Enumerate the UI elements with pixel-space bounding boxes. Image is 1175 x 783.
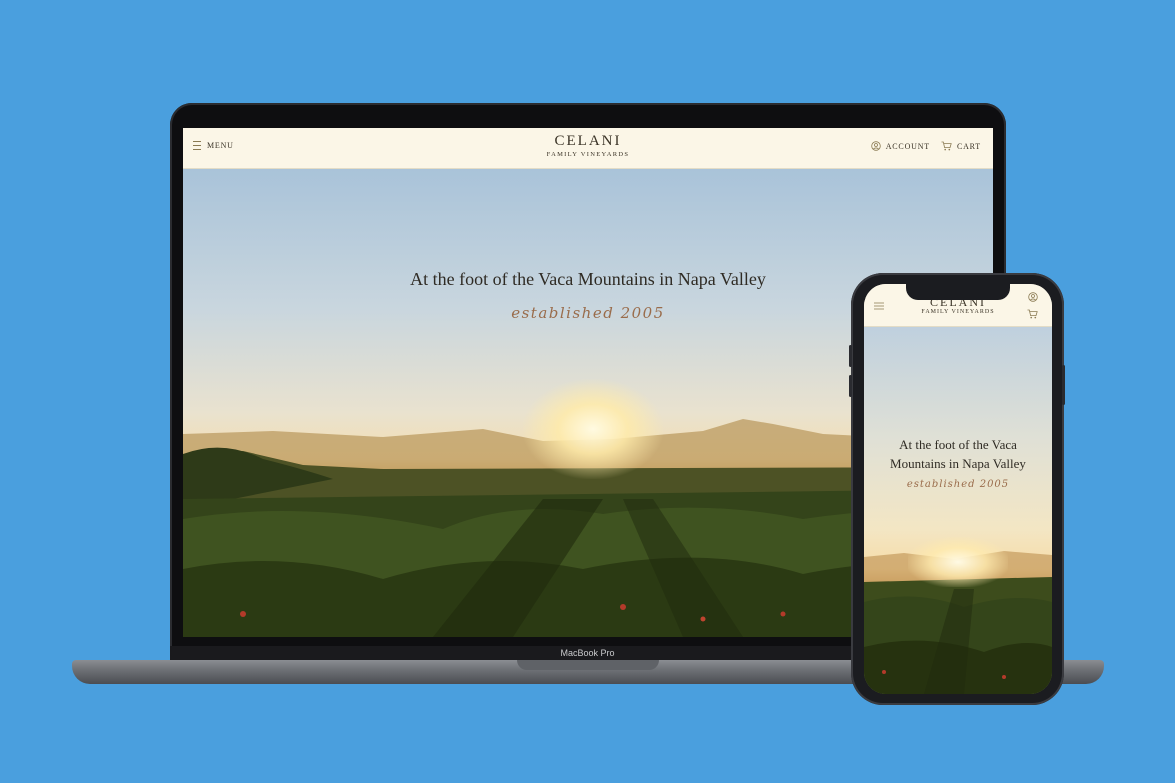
cart-label: CART <box>956 141 981 151</box>
phone-volume-button <box>849 375 852 397</box>
cart-button[interactable]: CART <box>941 141 981 151</box>
phone-notch <box>906 284 1010 300</box>
site-header: MENU CELANI FAMILY VINEYARDS ACCOUNT CAR… <box>183 128 993 169</box>
phone-hero-title-line2: Mountains in Napa Valley <box>890 456 1026 471</box>
sun-glow <box>908 537 1008 587</box>
phone-hero-title-line1: At the foot of the Vaca <box>899 437 1017 452</box>
phone-screen: CELANI FAMILY VINEYARDS At the foot of t… <box>864 284 1052 694</box>
phone-hero-established-script: established 2005 <box>906 479 1010 490</box>
account-icon[interactable] <box>1028 292 1038 302</box>
phone-volume-button <box>849 345 852 367</box>
phone-hero-image: At the foot of the Vaca Mountains in Nap… <box>864 327 1052 694</box>
account-label: ACCOUNT <box>885 141 930 151</box>
phone-power-button <box>1062 365 1065 405</box>
laptop-notch <box>517 660 659 670</box>
sun-glow <box>523 379 663 479</box>
logo-sub-text: FAMILY VINEYARDS <box>921 309 995 315</box>
phone-hero-title: At the foot of the Vaca Mountains in Nap… <box>864 435 1052 473</box>
logo-sub-text: FAMILY VINEYARDS <box>546 151 630 158</box>
account-button[interactable]: ACCOUNT <box>871 141 930 151</box>
cart-icon <box>941 141 952 151</box>
account-icon <box>871 141 881 151</box>
cart-icon[interactable] <box>1027 309 1038 319</box>
vineyard-landscape <box>864 551 1052 694</box>
